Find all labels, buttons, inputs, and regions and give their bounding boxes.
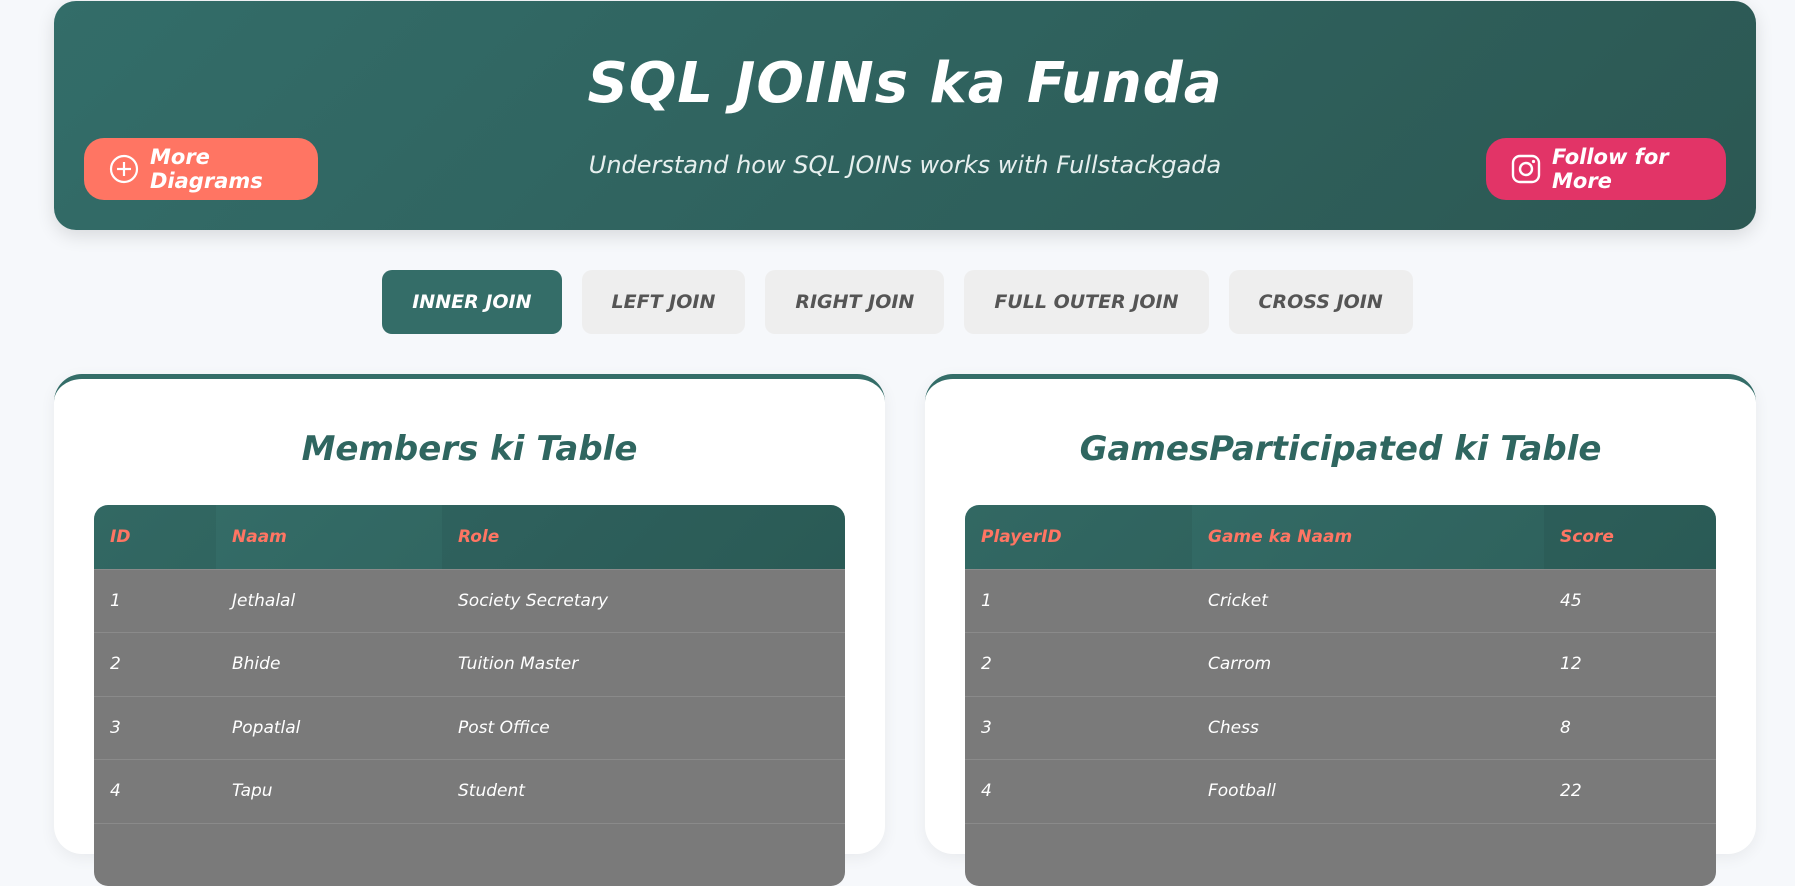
join-tabs: INNER JOIN LEFT JOIN RIGHT JOIN FULL OUT… <box>0 270 1795 334</box>
column-header: Naam <box>216 505 442 569</box>
table-row: 3 Chess 8 <box>965 696 1716 760</box>
table-cell: Tapu <box>216 781 442 801</box>
table-cell: 3 <box>965 718 1192 738</box>
plus-circle-icon <box>108 153 140 185</box>
column-header: PlayerID <box>965 505 1192 569</box>
members-card: Members ki Table ID Naam Role 1 Jethalal… <box>54 374 885 854</box>
tab-inner-join[interactable]: INNER JOIN <box>382 270 561 334</box>
table-cell: 8 <box>1544 718 1716 738</box>
games-table-title: GamesParticipated ki Table <box>925 429 1756 469</box>
table-row <box>965 823 1716 886</box>
follow-label: Follow for More <box>1552 145 1726 193</box>
table-cell: Carrom <box>1192 654 1544 674</box>
table-row: 1 Cricket 45 <box>965 569 1716 633</box>
table-cell: 2 <box>94 654 216 674</box>
games-card: GamesParticipated ki Table PlayerID Game… <box>925 374 1756 854</box>
table-row: 4 Football 22 <box>965 759 1716 823</box>
column-header: ID <box>94 505 216 569</box>
table-row: 2 Bhide Tuition Master <box>94 632 845 696</box>
table-cell: 4 <box>94 781 216 801</box>
table-cell: Society Secretary <box>442 591 845 611</box>
tab-cross-join[interactable]: CROSS JOIN <box>1229 270 1413 334</box>
follow-button[interactable]: Follow for More <box>1486 138 1726 200</box>
tab-right-join[interactable]: RIGHT JOIN <box>765 270 944 334</box>
table-cell: Bhide <box>216 654 442 674</box>
table-header-row: PlayerID Game ka Naam Score <box>965 505 1716 569</box>
table-cell: Tuition Master <box>442 654 845 674</box>
members-table-title: Members ki Table <box>54 429 885 469</box>
table-row: 1 Jethalal Society Secretary <box>94 569 845 633</box>
table-cell: Popatlal <box>216 718 442 738</box>
table-cell: Football <box>1192 781 1544 801</box>
table-cell: 12 <box>1544 654 1716 674</box>
table-cell: 1 <box>965 591 1192 611</box>
table-row: 3 Popatlal Post Office <box>94 696 845 760</box>
tab-left-join[interactable]: LEFT JOIN <box>582 270 746 334</box>
table-cell: 4 <box>965 781 1192 801</box>
column-header: Role <box>442 505 845 569</box>
table-cell: 3 <box>94 718 216 738</box>
table-cell: 1 <box>94 591 216 611</box>
table-cell: Student <box>442 781 845 801</box>
table-cell: 22 <box>1544 781 1716 801</box>
more-diagrams-button[interactable]: More Diagrams <box>84 138 318 200</box>
table-row <box>94 823 845 886</box>
more-diagrams-label: More Diagrams <box>150 145 318 193</box>
table-cell: Chess <box>1192 718 1544 738</box>
table-cell: 45 <box>1544 591 1716 611</box>
table-cell: Cricket <box>1192 591 1544 611</box>
instagram-icon <box>1510 153 1542 185</box>
table-cell: Post Office <box>442 718 845 738</box>
page-title: SQL JOINs ka Funda <box>54 51 1756 116</box>
page-header: SQL JOINs ka Funda Understand how SQL JO… <box>54 1 1756 230</box>
column-header: Score <box>1544 505 1716 569</box>
column-header: Game ka Naam <box>1192 505 1544 569</box>
table-cell: Jethalal <box>216 591 442 611</box>
tab-full-outer-join[interactable]: FULL OUTER JOIN <box>964 270 1208 334</box>
table-header-row: ID Naam Role <box>94 505 845 569</box>
table-row: 4 Tapu Student <box>94 759 845 823</box>
table-cell: 2 <box>965 654 1192 674</box>
table-row: 2 Carrom 12 <box>965 632 1716 696</box>
